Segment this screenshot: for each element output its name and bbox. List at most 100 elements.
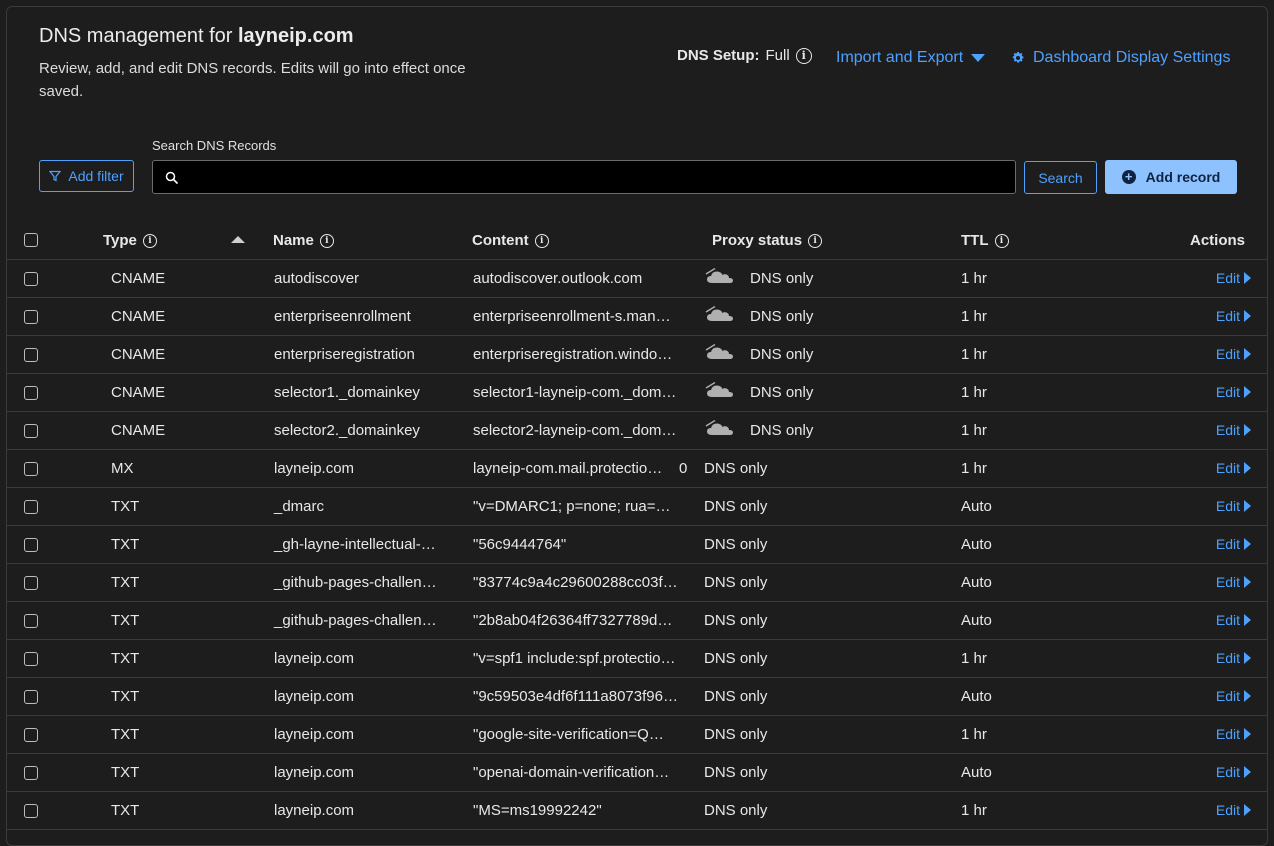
page-title: DNS management for layneip.com xyxy=(39,25,354,47)
table-row[interactable]: CNAME selector2._domainkey selector2-layne… xyxy=(7,412,1267,450)
table-row[interactable]: TXT _github-pages-challen… "2b8ab04f26364f… xyxy=(7,602,1267,640)
edit-label: Edit xyxy=(1215,460,1240,476)
record-proxy-status: DNS only xyxy=(704,726,767,743)
column-ttl[interactable]: TTL i xyxy=(961,232,1009,249)
dns-only-cloud-icon xyxy=(705,267,733,283)
row-checkbox[interactable] xyxy=(24,272,38,286)
table-row[interactable]: TXT layneip.com "v=spf1 include:spf.protec… xyxy=(7,640,1267,678)
edit-record-button[interactable]: Edit xyxy=(1216,802,1251,818)
row-checkbox[interactable] xyxy=(24,804,38,818)
row-checkbox[interactable] xyxy=(24,348,38,362)
edit-record-button[interactable]: Edit xyxy=(1216,346,1251,362)
row-checkbox[interactable] xyxy=(24,728,38,742)
edit-record-button[interactable]: Edit xyxy=(1216,498,1251,514)
table-row[interactable]: CNAME autodiscover autodiscover.outlook.co… xyxy=(7,260,1267,298)
proxy-status-label: DNS only xyxy=(704,536,768,553)
column-name[interactable]: Name i xyxy=(273,232,334,249)
sort-ascending-icon[interactable] xyxy=(231,236,245,243)
column-content[interactable]: Content i xyxy=(472,232,549,249)
caret-right-icon xyxy=(1244,538,1251,550)
search-input[interactable] xyxy=(187,165,1011,191)
edit-record-button[interactable]: Edit xyxy=(1216,764,1251,780)
edit-label: Edit xyxy=(1215,764,1240,780)
record-name: enterpriseregistration xyxy=(274,346,415,363)
column-type[interactable]: Type i xyxy=(103,232,157,249)
edit-record-button[interactable]: Edit xyxy=(1216,536,1251,552)
caret-right-icon xyxy=(1244,652,1251,664)
select-all-checkbox[interactable] xyxy=(24,233,38,247)
edit-record-button[interactable]: Edit xyxy=(1216,650,1251,666)
caret-right-icon xyxy=(1244,462,1251,474)
row-checkbox[interactable] xyxy=(24,538,38,552)
table-row[interactable]: TXT _gh-layne-intellectual-… "56c9444764" D… xyxy=(7,526,1267,564)
edit-record-button[interactable]: Edit xyxy=(1216,384,1251,400)
add-filter-button[interactable]: Add filter xyxy=(39,160,134,192)
search-button[interactable]: Search xyxy=(1024,161,1097,194)
row-checkbox[interactable] xyxy=(24,500,38,514)
edit-label: Edit xyxy=(1215,498,1240,514)
row-checkbox[interactable] xyxy=(24,576,38,590)
row-checkbox[interactable] xyxy=(24,652,38,666)
row-checkbox[interactable] xyxy=(24,310,38,324)
info-icon[interactable]: i xyxy=(534,233,549,248)
caret-right-icon xyxy=(1244,614,1251,626)
record-content: enterpriseregistration.windo… xyxy=(473,346,673,363)
edit-record-button[interactable]: Edit xyxy=(1216,688,1251,704)
record-proxy-status: DNS only xyxy=(704,764,767,781)
search-label: Search DNS Records xyxy=(152,138,277,153)
info-icon[interactable]: i xyxy=(795,47,812,64)
row-checkbox[interactable] xyxy=(24,424,38,438)
table-row[interactable]: TXT _dmarc "v=DMARC1; p=none; rua=… DNS onl… xyxy=(7,488,1267,526)
info-icon[interactable]: i xyxy=(319,233,334,248)
import-export-label: Import and Export xyxy=(836,49,964,66)
edit-record-button[interactable]: Edit xyxy=(1216,460,1251,476)
edit-record-button[interactable]: Edit xyxy=(1216,574,1251,590)
info-icon[interactable]: i xyxy=(142,233,157,248)
table-row[interactable]: TXT layneip.com "MS=ms19992242" DNS only 1 h… xyxy=(7,792,1267,830)
record-content: "v=spf1 include:spf.protectio… xyxy=(473,650,676,667)
table-row[interactable]: MX layneip.com layneip-com.mail.protectio…… xyxy=(7,450,1267,488)
caret-right-icon xyxy=(1244,728,1251,740)
row-checkbox[interactable] xyxy=(24,614,38,628)
column-proxy-status[interactable]: Proxy status i xyxy=(712,232,823,249)
record-name: layneip.com xyxy=(274,460,355,477)
info-icon[interactable]: i xyxy=(994,233,1009,248)
record-type: TXT xyxy=(111,802,140,819)
table-row[interactable]: TXT layneip.com "openai-domain-verificatio… xyxy=(7,754,1267,792)
caret-right-icon xyxy=(1244,272,1251,284)
table-row[interactable]: CNAME enterpriseregistration enterprisereg… xyxy=(7,336,1267,374)
add-record-button[interactable]: + Add record xyxy=(1105,160,1237,194)
table-row[interactable]: CNAME selector1._domainkey selector1-layne… xyxy=(7,374,1267,412)
table-row[interactable]: TXT layneip.com "9c59503e4df6f111a8073f96…… xyxy=(7,678,1267,716)
record-type: TXT xyxy=(111,726,140,743)
table-row[interactable]: TXT layneip.com "google-site-verification=… xyxy=(7,716,1267,754)
row-checkbox[interactable] xyxy=(24,462,38,476)
row-checkbox[interactable] xyxy=(24,386,38,400)
record-name: enterpriseenrollment xyxy=(274,308,411,325)
edit-record-button[interactable]: Edit xyxy=(1216,308,1251,324)
table-row[interactable]: CNAME enterpriseenrollment enterpriseenrol… xyxy=(7,298,1267,336)
record-proxy-status: DNS only xyxy=(704,688,767,705)
edit-record-button[interactable]: Edit xyxy=(1216,612,1251,628)
edit-record-button[interactable]: Edit xyxy=(1216,422,1251,438)
proxy-status-label: DNS only xyxy=(704,802,768,819)
proxy-status-label: DNS only xyxy=(750,308,814,325)
proxy-status-label: DNS only xyxy=(750,270,814,287)
table-row[interactable]: TXT _github-pages-challen… "83774c9a4c2960… xyxy=(7,564,1267,602)
row-checkbox[interactable] xyxy=(24,766,38,780)
record-content: "2b8ab04f26364ff7327789d… xyxy=(473,612,673,629)
info-icon[interactable]: i xyxy=(808,233,823,248)
row-checkbox[interactable] xyxy=(24,690,38,704)
caret-right-icon xyxy=(1244,348,1251,360)
edit-record-button[interactable]: Edit xyxy=(1216,270,1251,286)
caret-right-icon xyxy=(1244,386,1251,398)
record-name: _gh-layne-intellectual-… xyxy=(274,536,436,553)
dns-setup-value: Full xyxy=(765,47,790,64)
dashboard-display-settings-link[interactable]: Dashboard Display Settings xyxy=(1011,49,1230,67)
import-export-dropdown[interactable]: Import and Export xyxy=(836,49,986,67)
record-name: layneip.com xyxy=(274,802,355,819)
page-description: Review, add, and edit DNS records. Edits… xyxy=(39,60,466,100)
edit-record-button[interactable]: Edit xyxy=(1216,726,1251,742)
edit-label: Edit xyxy=(1215,688,1240,704)
column-type-label: Type xyxy=(103,232,137,249)
